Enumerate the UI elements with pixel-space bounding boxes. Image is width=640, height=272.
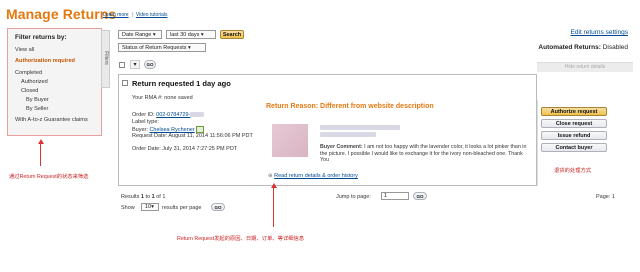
automated-returns-label: Automated Returns: <box>538 44 601 51</box>
request-checkbox[interactable] <box>122 80 128 86</box>
date-range-select[interactable]: Date Range ▾ <box>118 30 162 39</box>
filter-arrow-head <box>38 139 44 144</box>
jump-go-button[interactable]: GO <box>413 192 427 200</box>
filter-by-buyer[interactable]: By Buyer <box>26 97 49 103</box>
chevron-down-icon[interactable]: ▾ <box>130 60 140 69</box>
video-tutorials-link[interactable]: Video tutorials <box>136 12 168 18</box>
page-title: Manage Returns <box>6 6 117 22</box>
detail-arrow-head <box>271 183 277 188</box>
edit-returns-settings-link[interactable]: Edit returns settings <box>571 29 628 36</box>
order-date: Order Date: July 31, 2014 7:27:25 PM PDT <box>132 146 238 152</box>
header-links: Learn more | Video tutorials <box>103 12 168 18</box>
page-indicator: Page: 1 <box>596 194 615 200</box>
show-label: Show <box>121 205 135 211</box>
redacted-product-title <box>320 125 400 130</box>
jump-to-page-input[interactable]: 1 <box>381 192 409 200</box>
buyer-comment: Buyer Comment: I am not too happy with t… <box>320 144 530 164</box>
issue-refund-button[interactable]: Issue refund <box>541 131 607 140</box>
return-details-link[interactable]: Read return details & order history <box>274 173 358 179</box>
mail-icon[interactable] <box>196 126 205 133</box>
expand-icon: ⊕ <box>268 173 273 179</box>
filters-tab-label: Filters <box>103 51 109 65</box>
close-request-button[interactable]: Close request <box>541 119 607 128</box>
filter-by-seller[interactable]: By Seller <box>26 106 48 112</box>
filter-authorization-required[interactable]: Authorization required <box>15 58 75 64</box>
filter-completed[interactable]: Completed <box>15 70 42 76</box>
filter-closed[interactable]: Closed <box>21 88 38 94</box>
request-title: Return requested 1 day ago <box>132 79 231 88</box>
jump-to-page-label: Jump to page: <box>336 194 371 200</box>
detail-arrow <box>273 187 274 227</box>
results-per-page-select[interactable]: 10▾ <box>141 203 159 211</box>
filter-arrow <box>40 143 41 166</box>
return-reason: Return Reason: Different from website de… <box>266 103 434 110</box>
label-type: Label type: <box>132 119 159 125</box>
link-separator: | <box>131 12 133 18</box>
return-details-toggle[interactable]: ⊕ Read return details & order history <box>268 173 358 179</box>
filter-title: Filter returns by: <box>15 34 67 41</box>
filter-a-to-z-claims[interactable]: With A-to-z Guarantee claims <box>15 117 88 123</box>
detail-annotation: Return Request发起的原因、日期、订单、等详细信息 <box>177 236 305 242</box>
order-id-link[interactable]: 002-0784729- <box>156 112 190 118</box>
buyer-comment-label: Buyer Comment: <box>320 144 363 150</box>
request-date: Request Date: August 11, 2014 11:56:06 P… <box>132 133 253 139</box>
authorize-request-button[interactable]: Authorize request <box>541 107 607 116</box>
go-bulk-button[interactable]: GO <box>144 60 156 69</box>
buyer: Buyer: Chelsea Rychener <box>132 126 205 133</box>
filter-view-all[interactable]: View all <box>15 47 34 53</box>
learn-more-link[interactable]: Learn more <box>103 12 129 18</box>
period-select[interactable]: last 30 days ▾ <box>166 30 216 39</box>
action-annotation: 退货的处理方式 <box>554 168 592 174</box>
results-count: Results 1 to 1 of 1 <box>121 194 166 200</box>
status-select[interactable]: Status of Return Requests ▾ <box>118 43 206 52</box>
per-page-go-button[interactable]: GO <box>211 203 225 211</box>
select-all-checkbox[interactable] <box>119 62 125 68</box>
automated-returns-value: Disabled <box>602 44 628 51</box>
filter-authorized[interactable]: Authorized <box>21 79 48 85</box>
search-button[interactable]: Search <box>220 30 244 39</box>
results-per-page-label: results per page <box>162 205 202 211</box>
redacted-product-subtitle <box>320 132 376 137</box>
redacted-block <box>190 112 205 118</box>
contact-buyer-button[interactable]: Contact buyer <box>541 143 607 152</box>
automated-returns-status: Automated Returns: Disabled <box>538 44 628 51</box>
product-image <box>272 124 308 157</box>
rma-text: Your RMA #: none saved <box>132 95 193 101</box>
hide-return-details-link[interactable]: Hide return details <box>537 62 633 72</box>
filter-panel: Filter returns by: View all Authorizatio… <box>7 28 102 136</box>
filter-annotation: 通过Return Request的状态来筛选 <box>9 174 89 180</box>
filters-collapse-tab[interactable]: Filters <box>101 30 110 88</box>
order-id: Order ID: 002-0784729- <box>132 112 205 118</box>
